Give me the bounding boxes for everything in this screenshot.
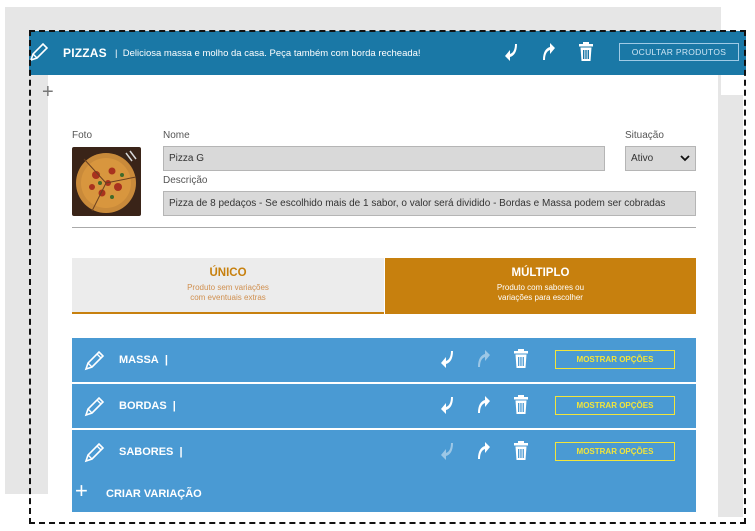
photo-label: Foto	[72, 130, 93, 141]
trash-icon[interactable]	[513, 349, 529, 369]
background-scroll-strip	[717, 95, 743, 517]
category-title: PIZZAS	[63, 46, 107, 60]
description-label: Descrição	[163, 175, 208, 186]
plus-icon: +	[75, 478, 88, 503]
status-label: Situação	[625, 130, 664, 141]
pencil-icon[interactable]	[84, 349, 106, 371]
pencil-icon[interactable]	[29, 41, 49, 63]
hide-products-button[interactable]: OCULTAR PRODUTOS	[619, 43, 739, 61]
show-options-button[interactable]: MOSTRAR OPÇÕES	[555, 396, 675, 415]
arrow-down-icon[interactable]	[440, 349, 456, 369]
plus-icon[interactable]: +	[42, 82, 58, 102]
tab-multiplo[interactable]: MÚLTIPLO Produto com sabores ou variações…	[385, 258, 696, 314]
trash-icon[interactable]	[513, 395, 529, 415]
trash-icon[interactable]	[513, 441, 529, 461]
pencil-icon[interactable]	[84, 441, 106, 463]
tab-unico[interactable]: ÚNICO Produto sem variações com eventuais…	[72, 258, 384, 314]
arrow-up-icon[interactable]	[475, 441, 491, 461]
category-description: | Deliciosa massa e molho da casa. Peça …	[115, 48, 421, 59]
status-select[interactable]: Ativo	[625, 146, 696, 171]
form-divider	[72, 227, 696, 228]
description-input[interactable]: Pizza de 8 pedaços - Se escolhido mais d…	[163, 191, 696, 216]
variation-row-massa: MASSA | MOSTRAR OPÇÕES	[72, 338, 696, 382]
show-options-button[interactable]: MOSTRAR OPÇÕES	[555, 350, 675, 369]
arrow-down-icon[interactable]	[440, 395, 456, 415]
variation-row-bordas: BORDAS | MOSTRAR OPÇÕES	[72, 384, 696, 428]
show-options-button[interactable]: MOSTRAR OPÇÕES	[555, 442, 675, 461]
arrow-down-icon[interactable]	[503, 42, 521, 62]
category-header: PIZZAS | Deliciosa massa e molho da casa…	[29, 31, 746, 75]
create-variation-label: CRIAR VARIAÇÃO	[106, 488, 202, 500]
name-input[interactable]: Pizza G	[163, 146, 605, 171]
variation-row-sabores: SABORES | MOSTRAR OPÇÕES	[72, 430, 696, 474]
name-label: Nome	[163, 130, 190, 141]
create-variation-button[interactable]: + CRIAR VARIAÇÃO	[72, 472, 696, 512]
chevron-down-icon	[680, 155, 690, 162]
arrow-up-icon[interactable]	[539, 42, 557, 62]
trash-icon[interactable]	[577, 42, 595, 62]
pencil-icon[interactable]	[84, 395, 106, 417]
arrow-down-icon[interactable]	[440, 441, 456, 461]
arrow-up-icon[interactable]	[475, 349, 491, 369]
arrow-up-icon[interactable]	[475, 395, 491, 415]
product-photo[interactable]	[72, 147, 141, 216]
